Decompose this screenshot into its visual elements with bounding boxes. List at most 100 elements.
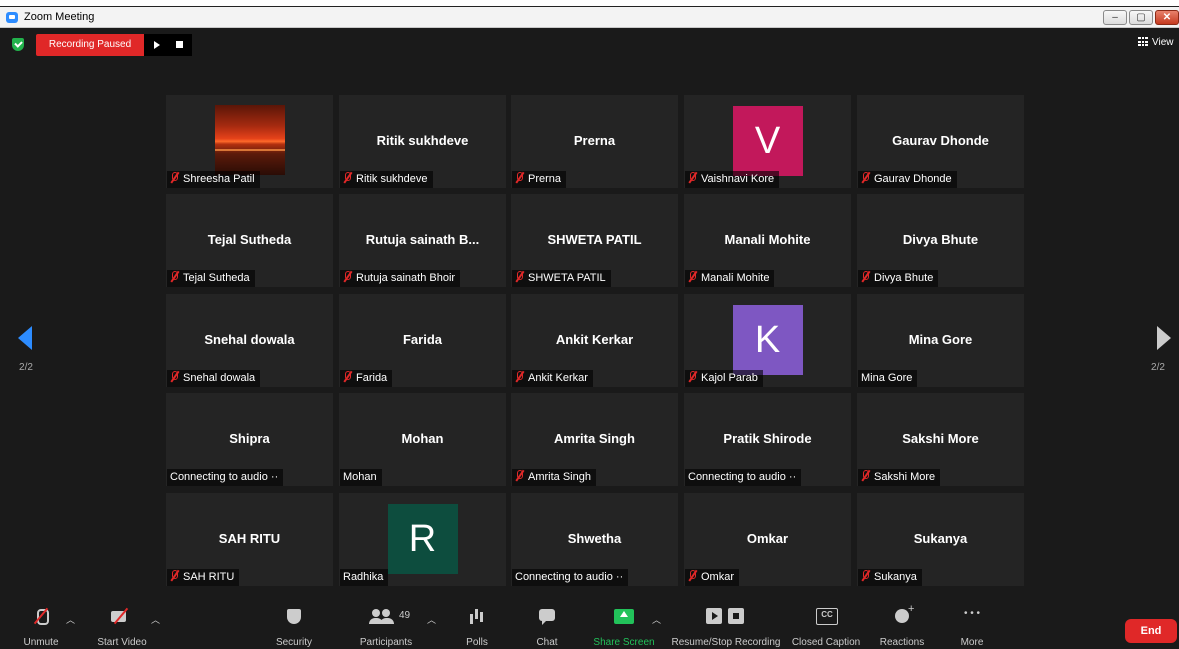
muted-mic-icon [170, 271, 179, 282]
zoom-window: Zoom Meeting – ▢ ✕ Recording Paused View… [0, 0, 1179, 649]
participant-tile[interactable]: SAH RITU SAH RITU [166, 493, 333, 586]
participant-label-text: Prerna [528, 173, 562, 185]
participant-tile[interactable]: Mohan Mohan [339, 393, 506, 486]
participant-name-label: Snehal dowala [167, 370, 261, 387]
muted-mic-icon [515, 470, 524, 481]
reactions-button[interactable]: Reactions [874, 603, 930, 648]
participant-display-name: Prerna [573, 133, 616, 148]
participant-tile[interactable]: R Radhika [339, 493, 506, 586]
participant-tile[interactable]: Divya Bhute Divya Bhute [857, 194, 1024, 287]
encryption-shield-icon[interactable] [12, 38, 24, 51]
minimize-button[interactable]: – [1103, 10, 1127, 25]
participant-tile[interactable]: Pratik Shirode Connecting to audio ·· [684, 393, 851, 486]
participant-display-name: Divya Bhute [902, 232, 979, 247]
participant-tile[interactable]: Shreesha Patil [166, 95, 333, 188]
participant-name-label: Mina Gore [858, 370, 918, 387]
chat-button[interactable]: Chat [526, 603, 568, 648]
page-indicator-right: 2/2 [1151, 362, 1165, 373]
participant-name-label: Amrita Singh [512, 469, 596, 486]
resume-recording-icon[interactable] [154, 41, 160, 49]
participant-label-text: Sakshi More [874, 471, 936, 483]
participant-tile[interactable]: Gaurav Dhonde Gaurav Dhonde [857, 95, 1024, 188]
participant-tile[interactable]: Sukanya Sukanya [857, 493, 1024, 586]
participant-label-text: SAH RITU [183, 571, 235, 583]
participants-button[interactable]: 49 Participants [352, 603, 420, 648]
share-screen-icon [590, 603, 658, 629]
close-button[interactable]: ✕ [1155, 10, 1179, 25]
next-page-nav[interactable]: 2/2 [1138, 306, 1178, 376]
closed-caption-icon [816, 603, 838, 629]
participant-tile[interactable]: Amrita Singh Amrita Singh [511, 393, 678, 486]
polls-button[interactable]: Polls [456, 603, 498, 648]
share-options-caret-icon[interactable]: ︿ [652, 613, 661, 626]
arrow-left-icon[interactable] [18, 326, 32, 350]
participant-name-label: Ankit Kerkar [512, 370, 593, 387]
participant-label-text: Connecting to audio ·· [170, 471, 279, 483]
participant-tile[interactable]: SHWETA PATIL SHWETA PATIL [511, 194, 678, 287]
participants-options-caret-icon[interactable]: ︿ [427, 613, 436, 626]
participant-tile[interactable]: V Vaishnavi Kore [684, 95, 851, 188]
participant-name-label: Connecting to audio ·· [167, 469, 284, 486]
record-controls-icon [706, 603, 746, 629]
participant-tile[interactable]: Snehal dowala Snehal dowala [166, 294, 333, 387]
audio-options-caret-icon[interactable]: ︿ [66, 613, 75, 626]
recording-label: Resume/Stop Recording [671, 637, 781, 648]
participant-tile[interactable]: Prerna Prerna [511, 95, 678, 188]
video-options-caret-icon[interactable]: ︿ [151, 613, 160, 626]
participant-tile[interactable]: Manali Mohite Manali Mohite [684, 194, 851, 287]
muted-mic-icon [343, 172, 352, 183]
more-button[interactable]: More [952, 603, 992, 648]
participant-label-text: Kajol Parab [701, 372, 758, 384]
participant-name-label: Manali Mohite [685, 270, 775, 287]
participant-label-text: Mina Gore [861, 372, 913, 384]
participant-tile[interactable]: Ankit Kerkar Ankit Kerkar [511, 294, 678, 387]
muted-microphone-icon [14, 603, 68, 629]
participant-label-text: Rutuja sainath Bhoir [356, 272, 456, 284]
participant-tile[interactable]: Rutuja sainath B... Rutuja sainath Bhoir [339, 194, 506, 287]
participant-name-label: Gaurav Dhonde [858, 171, 957, 188]
closed-caption-button[interactable]: Closed Caption [790, 603, 862, 648]
participant-tile[interactable]: Ritik sukhdeve Ritik sukhdeve [339, 95, 506, 188]
participant-tile[interactable]: Omkar Omkar [684, 493, 851, 586]
arrow-right-icon[interactable] [1157, 326, 1171, 350]
participant-name-label: Vaishnavi Kore [685, 171, 780, 188]
meeting-toolbar: Unmute ︿ Start Video ︿ Security 49 Parti… [0, 603, 1179, 649]
share-screen-label: Share Screen [593, 637, 655, 648]
previous-page-nav[interactable]: 2/2 [6, 306, 46, 376]
start-video-button[interactable]: Start Video [88, 603, 156, 648]
share-screen-button[interactable]: Share Screen [590, 603, 658, 648]
participant-display-name: Amrita Singh [554, 431, 635, 446]
participant-name-label: Omkar [685, 569, 739, 586]
muted-mic-icon [861, 271, 870, 282]
unmute-label: Unmute [23, 637, 59, 648]
participant-label-text: Manali Mohite [701, 272, 770, 284]
participant-tile[interactable]: Tejal Sutheda Tejal Sutheda [166, 194, 333, 287]
security-button[interactable]: Security [268, 603, 320, 648]
participant-display-name: Omkar [746, 531, 789, 546]
reactions-label: Reactions [879, 637, 925, 648]
stop-recording-icon[interactable] [176, 41, 183, 48]
reactions-smiley-icon [874, 603, 930, 629]
participant-tile[interactable]: Shwetha Connecting to audio ·· [511, 493, 678, 586]
participant-tile[interactable]: Farida Farida [339, 294, 506, 387]
closed-caption-label: Closed Caption [791, 637, 861, 648]
participant-tile[interactable]: Mina Gore Mina Gore [857, 294, 1024, 387]
maximize-button[interactable]: ▢ [1129, 10, 1153, 25]
resume-stop-recording-button[interactable]: Resume/Stop Recording [668, 603, 784, 648]
participants-count: 49 [399, 610, 411, 621]
unmute-button[interactable]: Unmute [14, 603, 68, 648]
participant-grid: Shreesha Patil Ritik sukhdeve Ritik sukhde… [166, 95, 1026, 587]
participant-tile[interactable]: Sakshi More Sakshi More [857, 393, 1024, 486]
participant-name-label: Rutuja sainath Bhoir [340, 270, 461, 287]
participant-name-label: Mohan [340, 469, 382, 486]
participant-tile[interactable]: K Kajol Parab [684, 294, 851, 387]
end-meeting-button[interactable]: End [1125, 619, 1177, 643]
participant-label-text: Ritik sukhdeve [356, 173, 428, 185]
participant-tile[interactable]: Shipra Connecting to audio ·· [166, 393, 333, 486]
muted-mic-icon [170, 371, 179, 382]
view-button[interactable]: View [1138, 37, 1174, 48]
participant-display-name: SAH RITU [218, 531, 281, 546]
participant-display-name: Shipra [229, 431, 270, 446]
muted-mic-icon [170, 172, 179, 183]
participant-display-name: Shwetha [567, 531, 622, 546]
